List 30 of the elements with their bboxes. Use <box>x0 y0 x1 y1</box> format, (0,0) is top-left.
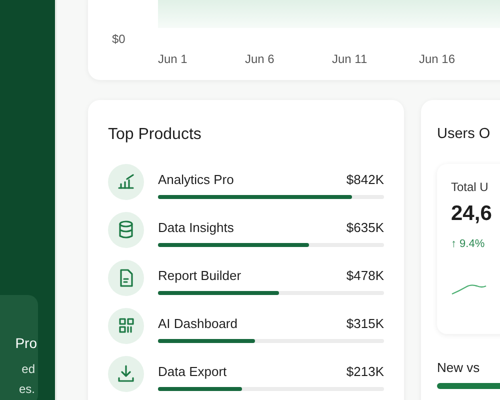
product-name: AI Dashboard <box>158 316 238 330</box>
promo-title: Pro <box>15 335 38 351</box>
axis-label: Jun 1 <box>158 52 188 68</box>
grid-icon <box>108 308 144 344</box>
product-revenue: $213K <box>346 364 384 378</box>
section-title: New vs <box>437 360 481 375</box>
database-icon <box>108 212 144 248</box>
product-revenue: $315K <box>346 316 384 330</box>
product-revenue: $842K <box>346 172 384 186</box>
axis-label: Jun 6 <box>245 52 276 68</box>
axis-label: $0 <box>111 31 126 48</box>
product-revenue: $635K <box>346 220 384 234</box>
stat-label: Total U <box>451 180 490 194</box>
axis-label: Jun 16 <box>419 52 456 68</box>
product-name: Report Builder <box>158 268 242 282</box>
product-name: Analytics Pro <box>158 172 234 186</box>
promo-text: ed <box>22 361 36 378</box>
sparkline <box>451 282 487 296</box>
axis-label: Jun 11 <box>332 52 368 68</box>
promo-text: es. <box>18 381 36 398</box>
product-revenue: $478K <box>346 268 384 282</box>
card-title: Users O <box>437 126 492 142</box>
card-title: Top Products <box>108 126 202 144</box>
change-text: ↑ 9.4% <box>451 238 486 250</box>
download-icon <box>108 356 144 392</box>
product-name: Data Export <box>158 364 227 378</box>
document-icon <box>108 260 144 296</box>
product-name: Data Insights <box>158 220 234 234</box>
stat-value: 24,6 <box>451 202 493 226</box>
chart-icon <box>108 164 144 200</box>
